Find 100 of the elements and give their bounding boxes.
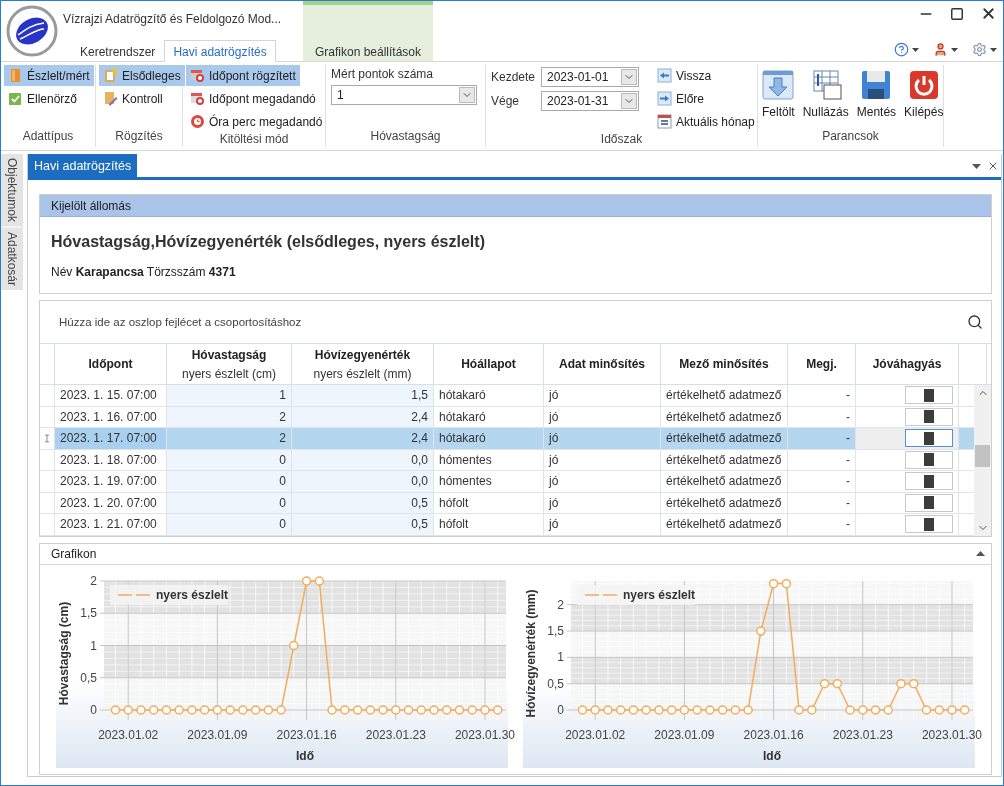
approval-checkbox[interactable]: [905, 386, 953, 405]
approval-checkbox[interactable]: [905, 407, 953, 426]
user-button[interactable]: [933, 42, 958, 57]
column-header[interactable]: Időpont: [55, 344, 167, 384]
column-header[interactable]: Hóvízegyenérték nyers észlelt (mm): [292, 344, 434, 384]
data-point: [679, 704, 690, 715]
ribbon-button[interactable]: Kilépés: [903, 67, 945, 129]
caret-down-icon[interactable]: [972, 163, 981, 169]
toggle-knob-icon: [924, 474, 934, 488]
table-cell: -: [788, 514, 856, 535]
tick-label: 2023.01.16: [276, 727, 337, 742]
column-header[interactable]: Hóvastagság nyers észlelt (cm): [167, 344, 292, 384]
scroll-thumb[interactable]: [975, 445, 990, 467]
ribbon-button[interactable]: Előre: [653, 88, 708, 109]
table-row[interactable]: 2023. 1. 21. 07:00 0 0,5 hófolt jó értékelhető adatmező -: [40, 514, 974, 536]
table-cell: értékelhető adatmező: [661, 449, 788, 470]
data-point: [819, 678, 830, 688]
ribbon-button[interactable]: Feltölt: [761, 67, 796, 129]
toggle-knob-icon: [924, 453, 934, 467]
group-label: Kitöltési mód: [218, 132, 290, 147]
tick-label: 2023.01.02: [565, 727, 626, 742]
tick-label: 2023.01.23: [832, 727, 893, 742]
ribbon-button[interactable]: Aktuális hónap: [653, 111, 759, 132]
settings-button[interactable]: [972, 42, 997, 57]
table-cell: -: [788, 449, 856, 470]
ribbon-option[interactable]: Észlelt/mért: [4, 65, 94, 86]
search-icon[interactable]: [967, 314, 983, 330]
caret-icon: [990, 47, 997, 52]
table-row[interactable]: 2023. 1. 16. 07:00 2 2,4 hótakaró jó értékelhető adatmező -: [40, 406, 974, 428]
toggle-knob-icon: [924, 410, 934, 424]
edit-document-icon: [103, 91, 118, 106]
data-point: [807, 704, 817, 715]
side-panel-tab[interactable]: Objektumok: [1, 154, 23, 227]
data-point: [148, 704, 159, 715]
close-icon[interactable]: [980, 5, 997, 22]
table-cell: 0,5: [292, 514, 434, 535]
column-header[interactable]: Megj.: [788, 344, 856, 384]
data-point: [416, 704, 426, 715]
collapse-icon[interactable]: [976, 551, 985, 556]
maximize-icon[interactable]: [950, 6, 964, 21]
table-row[interactable]: 2023. 1. 19. 07:00 0 0,0 hómentes jó értékelhető adatmező -: [40, 471, 974, 493]
field-label: Vége: [491, 94, 521, 108]
group-label: Parancsok: [821, 129, 880, 145]
ribbon-tab[interactable]: Keretrendszer: [71, 40, 165, 62]
group-label: Időszak: [599, 132, 644, 147]
approval-checkbox[interactable]: [905, 515, 953, 534]
data-point: [378, 704, 388, 715]
date-field[interactable]: 2023-01-01: [541, 67, 639, 87]
document-tab[interactable]: Havi adatrögzítés: [28, 154, 138, 177]
table-row[interactable]: 2023. 1. 17. 07:00 2 2,4 hótakaró jó értékelhető adatmező -: [40, 428, 974, 450]
table-row[interactable]: 2023. 1. 15. 07:00 1 1,5 hótakaró jó értékelhető adatmező -: [40, 385, 974, 407]
ribbon-option[interactable]: Óra perc megadandó: [186, 111, 327, 132]
toggle-knob-icon: [924, 517, 934, 531]
data-point: [756, 625, 766, 636]
approval-checkbox[interactable]: [905, 493, 953, 512]
table-cell: jó: [544, 428, 661, 449]
data-point: [442, 704, 452, 715]
table-cell: 1,5: [292, 385, 434, 406]
table-row[interactable]: 2023. 1. 20. 07:00 0 0,5 hófolt jó értékelhető adatmező -: [40, 492, 974, 514]
tick-label: 0: [90, 702, 97, 717]
table-row[interactable]: 2023. 1. 18. 07:00 0 0,0 hómentes jó értékelhető adatmező -: [40, 449, 974, 471]
ribbon-button[interactable]: Nullázás: [801, 67, 850, 129]
data-point: [314, 575, 325, 586]
data-point: [947, 704, 957, 715]
ribbon-option[interactable]: Elsődleges: [99, 65, 185, 86]
table-cell: hómentes: [434, 471, 544, 492]
data-point: [921, 704, 932, 715]
ribbon-tab[interactable]: Havi adatrögzítés: [164, 40, 276, 62]
side-panel-tab[interactable]: Adatkosár: [1, 228, 23, 291]
dropdown-field[interactable]: 1: [331, 85, 477, 105]
text-cursor-icon: [45, 432, 49, 444]
column-header[interactable]: Adat minősítés: [544, 344, 661, 384]
ribbon-option[interactable]: Kontroll: [99, 88, 167, 109]
data-point: [174, 704, 184, 715]
ribbon-option[interactable]: Időpont megadandó: [186, 88, 320, 109]
table-cell: jó: [544, 449, 661, 470]
approval-checkbox[interactable]: [905, 450, 953, 469]
axis-title: Idő: [296, 748, 314, 763]
ribbon-button[interactable]: Mentés: [855, 67, 898, 129]
panel-header: Kijelölt állomás: [40, 195, 991, 217]
data-point: [896, 678, 906, 688]
data-point: [250, 704, 261, 715]
tick-label: 2023.01.16: [743, 727, 804, 742]
help-button[interactable]: [894, 42, 919, 57]
approval-checkbox[interactable]: [905, 472, 953, 491]
caret-icon: [912, 47, 919, 52]
date-field[interactable]: 2023-01-31: [541, 91, 639, 111]
caret-icon: [951, 47, 958, 52]
column-header[interactable]: Mező minősítés: [661, 344, 788, 384]
data-point: [403, 704, 414, 715]
ribbon-button[interactable]: Vissza: [653, 65, 716, 86]
arrow-right-icon: [657, 91, 672, 106]
approval-checkbox[interactable]: [905, 429, 953, 448]
column-header[interactable]: Jóváhagyás: [856, 344, 959, 384]
scrollbar[interactable]: [974, 385, 991, 536]
data-point: [590, 704, 600, 715]
close-icon[interactable]: [987, 160, 999, 172]
column-header[interactable]: Hóállapot: [434, 344, 544, 384]
ribbon-option[interactable]: Ellenörző: [4, 88, 82, 109]
ribbon-option[interactable]: Időpont rögzített: [186, 65, 300, 86]
